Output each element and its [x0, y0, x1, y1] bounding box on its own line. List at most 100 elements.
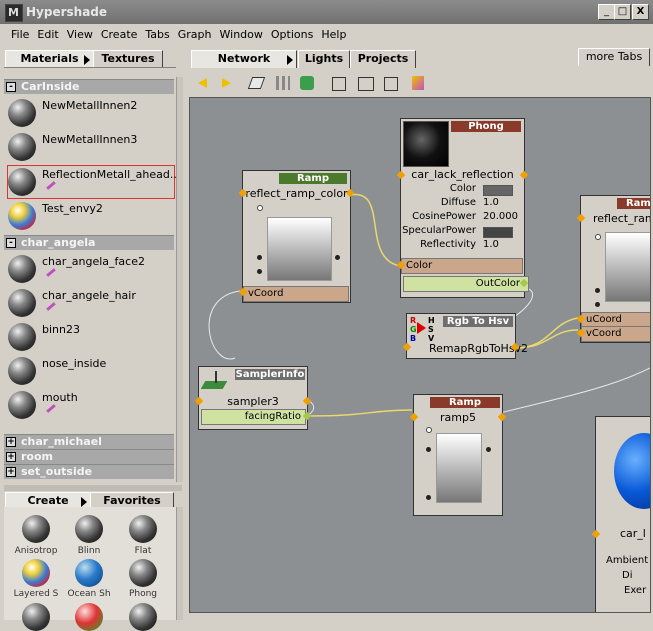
material-swatch-icon: [8, 289, 36, 317]
clear-graph-icon[interactable]: [412, 76, 424, 90]
menu-window[interactable]: Window: [216, 26, 267, 43]
ramp-handle-icon[interactable]: [486, 447, 491, 452]
create-label: Flat: [134, 546, 152, 556]
attr-outcolor[interactable]: OutColor: [403, 276, 529, 292]
expand-icon[interactable]: +: [6, 437, 16, 447]
collapse-icon[interactable]: -: [6, 82, 16, 92]
menu-graph[interactable]: Graph: [174, 26, 216, 43]
ramp-handle-icon[interactable]: [426, 495, 431, 500]
shader-icon[interactable]: [75, 603, 103, 631]
output-connections-icon[interactable]: [384, 77, 398, 91]
ramp-handle-icon[interactable]: [257, 205, 263, 211]
phong-icon[interactable]: [129, 559, 157, 587]
menu-file[interactable]: File: [7, 26, 33, 43]
expand-icon[interactable]: +: [6, 467, 16, 477]
graph-network-icon[interactable]: [300, 76, 314, 90]
ramp-handle-icon[interactable]: [595, 288, 600, 293]
more-tabs-button[interactable]: more Tabs: [578, 48, 650, 66]
material-swatch-icon: [8, 357, 36, 385]
group-set-outside[interactable]: + set_outside: [4, 464, 174, 479]
close-button[interactable]: X: [632, 4, 649, 20]
tab-materials[interactable]: Materials: [5, 50, 94, 68]
material-item[interactable]: char_angela_face2: [8, 253, 174, 285]
menu-help[interactable]: Help: [317, 26, 350, 43]
node-type-label: Ramp: [279, 173, 347, 184]
tab-projects[interactable]: Projects: [350, 50, 416, 68]
ramp-node-ramp5[interactable]: Ramp ramp5: [409, 394, 507, 516]
param-value[interactable]: 1.0: [483, 239, 499, 250]
maximize-button[interactable]: □: [614, 4, 631, 20]
back-icon[interactable]: [198, 78, 207, 88]
menu-tabs[interactable]: Tabs: [141, 26, 173, 43]
tab-network[interactable]: Network: [191, 50, 297, 68]
material-item[interactable]: binn23: [8, 321, 174, 353]
panel-splitter[interactable]: [4, 485, 182, 491]
ramp-handle-icon[interactable]: [257, 255, 262, 260]
attr-vcoord[interactable]: vCoord: [243, 286, 349, 302]
rgb-to-hsv-node[interactable]: R G B H S V Rgb To Hsv RemapRgbToHsv2: [402, 313, 528, 359]
ramp-handle-icon[interactable]: [595, 234, 601, 240]
input-output-icon[interactable]: [358, 77, 374, 91]
menu-options[interactable]: Options: [267, 26, 317, 43]
minimize-button[interactable]: _: [598, 4, 615, 20]
tab-lights[interactable]: Lights: [298, 50, 350, 68]
flat-icon[interactable]: [129, 515, 157, 543]
material-swatch-icon: [8, 255, 36, 283]
attr-color[interactable]: Color: [401, 258, 523, 274]
material-item[interactable]: NewMetallInnen2: [8, 97, 174, 129]
ramp-node-right[interactable]: Ramp reflect_ram uCoord vCoord: [576, 195, 650, 343]
expand-icon[interactable]: +: [6, 452, 16, 462]
grid-icon[interactable]: [276, 76, 290, 90]
group-char-michael[interactable]: + char_michael: [4, 434, 174, 449]
group-room[interactable]: + room: [4, 449, 174, 464]
collapse-icon[interactable]: -: [6, 238, 16, 248]
sampler-info-node[interactable]: SamplerInfo sampler3 facingRatio: [194, 366, 312, 430]
ramp-preview: [605, 232, 650, 302]
material-item-selected[interactable]: ReflectionMetall_ahead...: [7, 165, 176, 199]
material-swatch-icon: [8, 202, 36, 230]
window-title: Hypershade: [26, 5, 108, 19]
ramp-handle-icon[interactable]: [335, 255, 340, 260]
material-item[interactable]: NewMetallInnen3: [8, 131, 174, 163]
ramp-handle-icon[interactable]: [595, 302, 600, 307]
material-item[interactable]: nose_inside: [8, 355, 174, 387]
network-graph[interactable]: Ramp reflect_ramp_color vCoord Phong car…: [189, 97, 651, 613]
param-value[interactable]: 20.000: [483, 211, 518, 222]
shader-node-partial[interactable]: car_l Ambient Di Exer: [591, 416, 650, 612]
more-tabs-label: more Tabs: [585, 50, 643, 63]
layered-shader-icon[interactable]: [22, 559, 50, 587]
color-swatch[interactable]: [483, 185, 513, 196]
tab-textures[interactable]: Textures: [93, 50, 163, 68]
phong-params: Color Diffuse 1.0 CosinePower 20.000 Specu…: [401, 183, 524, 253]
menu-view[interactable]: View: [63, 26, 97, 43]
anisotropic-icon[interactable]: [22, 515, 50, 543]
attr-vcoord[interactable]: vCoord: [581, 326, 650, 342]
menu-create[interactable]: Create: [97, 26, 142, 43]
param-value[interactable]: 1.0: [483, 197, 499, 208]
input-connections-icon[interactable]: [332, 77, 346, 91]
ramp-handle-icon[interactable]: [257, 269, 262, 274]
materials-scrollbar[interactable]: [176, 77, 183, 482]
menu-edit[interactable]: Edit: [33, 26, 62, 43]
ramp-handle-icon[interactable]: [426, 427, 432, 433]
group-char-angela[interactable]: - char_angela: [4, 235, 174, 250]
material-item[interactable]: mouth: [8, 389, 174, 421]
group-carinside[interactable]: - CarInside: [4, 79, 174, 94]
blinn-icon[interactable]: [75, 515, 103, 543]
color-swatch[interactable]: [483, 227, 513, 238]
phong-node[interactable]: Phong car_lack_reflection Color Diffuse 1…: [396, 118, 529, 298]
wire-facing-to-ramp5: [307, 409, 413, 417]
ramp-handle-icon[interactable]: [426, 447, 431, 452]
shader-icon[interactable]: [129, 603, 157, 631]
attr-facingratio[interactable]: facingRatio: [201, 409, 306, 425]
material-item[interactable]: char_angele_hair: [8, 287, 174, 319]
ocean-shader-icon[interactable]: [75, 559, 103, 587]
material-item[interactable]: Test_envy2: [8, 200, 174, 232]
forward-icon[interactable]: [222, 78, 231, 88]
ramp-preview: [436, 433, 482, 503]
create-scrollbar[interactable]: [176, 507, 183, 620]
ramp-node-reflect[interactable]: Ramp reflect_ramp_color vCoord: [238, 170, 355, 303]
shader-icon[interactable]: [22, 603, 50, 631]
eraser-icon[interactable]: [247, 77, 266, 89]
material-swatch-icon: [8, 168, 36, 196]
